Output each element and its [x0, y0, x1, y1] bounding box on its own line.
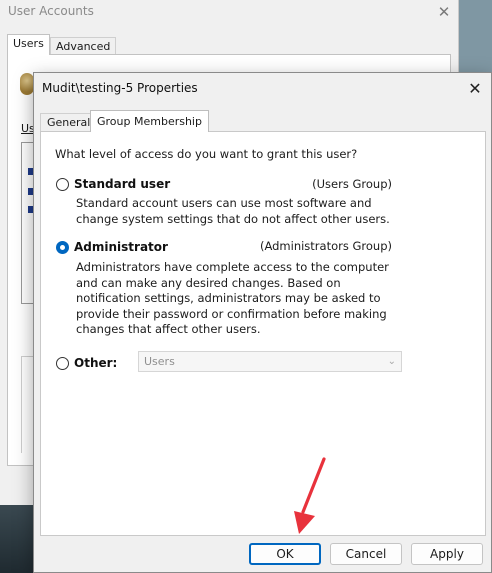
users-group-label: (Users Group) — [312, 177, 392, 191]
dialog-title: Mudit\testing-5 Properties — [42, 81, 198, 95]
administrator-label[interactable]: Administrator — [74, 240, 168, 254]
standard-user-label[interactable]: Standard user — [74, 177, 170, 191]
users-icon — [20, 73, 34, 95]
tab-group-membership[interactable]: Group Membership — [90, 110, 209, 132]
properties-dialog: Mudit\testing-5 Properties ✕ General Gro… — [33, 72, 492, 573]
standard-user-description: Standard account users can use most soft… — [76, 196, 390, 226]
other-option[interactable]: Other: — [56, 356, 117, 370]
administrator-radio[interactable] — [56, 240, 69, 254]
standard-user-radio[interactable] — [56, 177, 69, 191]
administrators-group-label: (Administrators Group) — [259, 239, 392, 253]
access-question: What level of access do you want to gran… — [55, 147, 358, 161]
ok-button[interactable]: OK — [249, 543, 321, 565]
annotation-arrow-icon — [294, 457, 326, 534]
administrator-description: Administrators have complete access to t… — [76, 260, 389, 336]
chevron-down-icon: ⌄ — [387, 356, 396, 367]
close-icon[interactable]: ✕ — [433, 1, 455, 23]
tab-general[interactable]: General — [40, 113, 98, 131]
standard-user-option[interactable]: Standard user — [56, 177, 170, 191]
tab-users[interactable]: Users — [7, 34, 50, 55]
window-title: User Accounts — [8, 4, 94, 18]
other-radio[interactable] — [56, 356, 69, 370]
other-group-select[interactable]: Users ⌄ — [138, 351, 402, 372]
apply-button[interactable]: Apply — [411, 543, 483, 565]
cancel-button[interactable]: Cancel — [330, 543, 402, 565]
other-label[interactable]: Other: — [74, 356, 117, 370]
desktop-background — [0, 503, 33, 573]
administrator-option[interactable]: Administrator — [56, 240, 168, 254]
close-icon[interactable]: ✕ — [463, 78, 487, 100]
tab-advanced[interactable]: Advanced — [50, 37, 117, 55]
other-group-value: Users — [144, 355, 175, 368]
